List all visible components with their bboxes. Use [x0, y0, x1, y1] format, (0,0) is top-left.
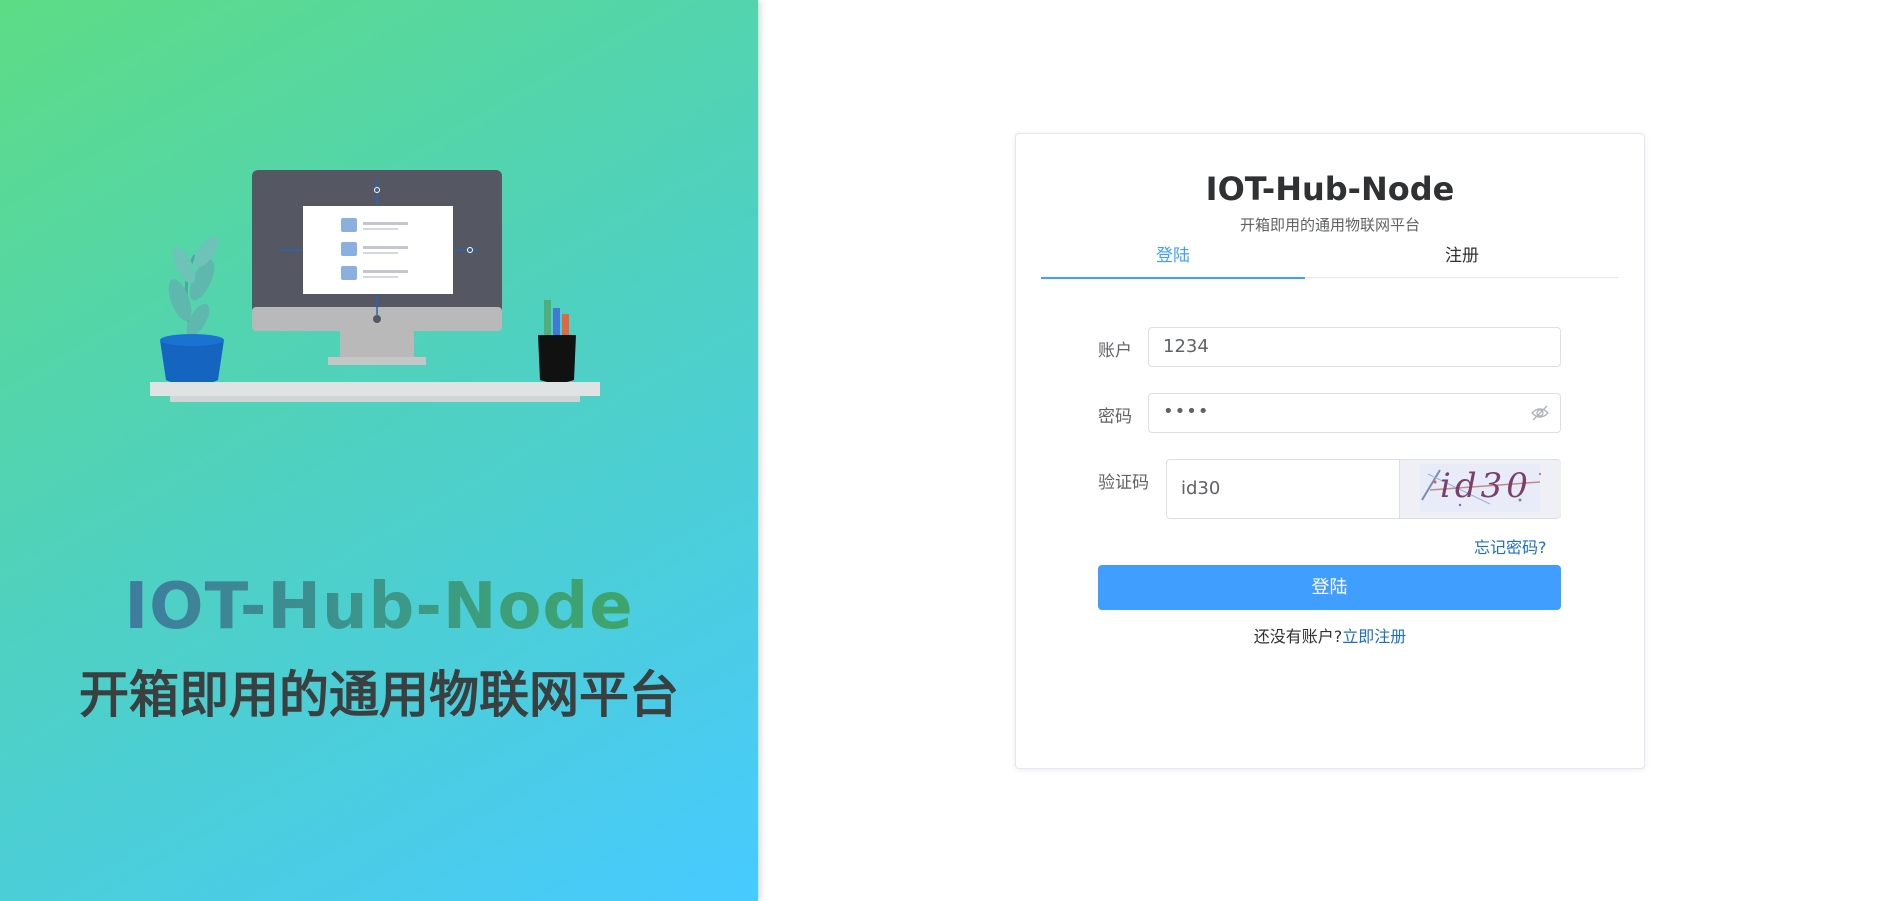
account-label: 账户 [1098, 341, 1132, 361]
tab-login[interactable]: 登陆 [1041, 237, 1305, 279]
captcha-image-text: id30 [1440, 466, 1532, 506]
plant-icon [160, 236, 224, 386]
password-field[interactable]: •••• [1148, 393, 1561, 433]
auth-tabs: 登陆 注册 [1041, 237, 1619, 279]
captcha-label: 验证码 [1098, 473, 1149, 493]
pen-holder-icon [538, 300, 576, 383]
account-value: 1234 [1163, 336, 1209, 357]
captcha-field[interactable]: id30 id30 [1166, 459, 1561, 519]
account-row: 账户 1234 [1098, 327, 1561, 367]
password-value: •••• [1163, 401, 1210, 422]
brand-panel: IOT-Hub-Node 开箱即用的通用物联网平台 [0, 0, 758, 901]
card-subtitle: 开箱即用的通用物联网平台 [1239, 216, 1420, 234]
forgot-password-link[interactable]: 忘记密码? [1474, 534, 1547, 558]
brand-subtitle: 开箱即用的通用物联网平台 [79, 666, 679, 724]
desk-illustration [150, 170, 600, 402]
brand-title: IOT-Hub-Node [0, 570, 758, 644]
login-button[interactable]: 登陆 [1098, 565, 1561, 610]
captcha-value: id30 [1181, 478, 1221, 499]
desk-shelf-shadow [170, 396, 580, 402]
eye-off-icon[interactable] [1530, 404, 1550, 422]
no-account-text: 还没有账户? [1253, 627, 1343, 646]
login-page: IOT-Hub-Node 开箱即用的通用物联网平台 IOT-Hub-Node 开… [0, 0, 1895, 901]
signup-prompt: 还没有账户?立即注册 [1016, 623, 1644, 647]
desk-shelf [150, 382, 600, 396]
password-row: 密码 •••• [1098, 393, 1561, 433]
captcha-row: 验证码 id30 id30 [1098, 459, 1561, 519]
tab-register[interactable]: 注册 [1305, 237, 1619, 277]
card-title: IOT-Hub-Node [1205, 170, 1455, 208]
login-card: IOT-Hub-Node 开箱即用的通用物联网平台 登陆 注册 账户 1234 … [1015, 133, 1645, 769]
captcha-image[interactable]: id30 [1399, 460, 1561, 518]
register-link[interactable]: 立即注册 [1342, 627, 1406, 646]
password-label: 密码 [1098, 407, 1132, 427]
account-field[interactable]: 1234 [1148, 327, 1561, 367]
monitor-icon [252, 170, 502, 365]
